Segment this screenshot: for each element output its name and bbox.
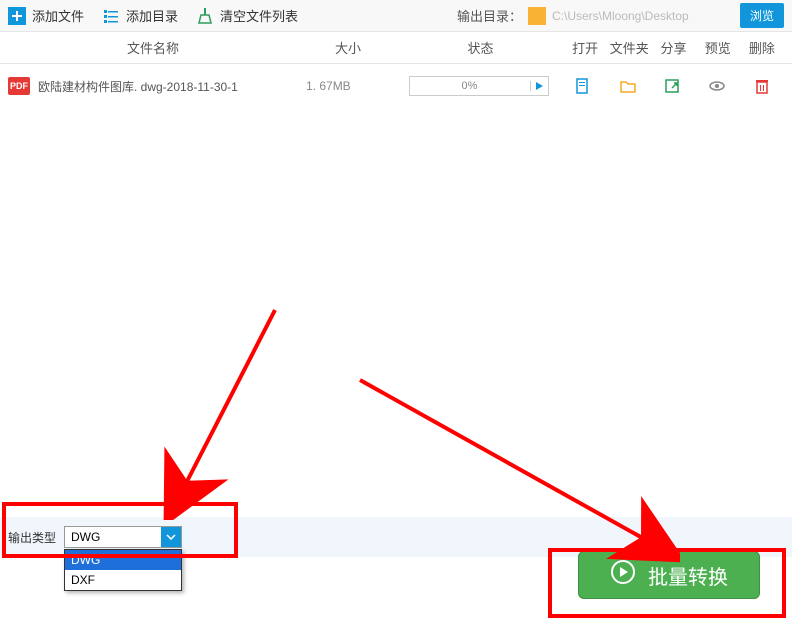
broom-icon [196, 7, 214, 25]
share-button[interactable] [650, 77, 695, 95]
file-row[interactable]: PDF 欧陆建材构件图库. dwg-2018-11-30-1 1. 67MB 0… [0, 64, 792, 108]
output-type-select[interactable]: DWG DWG DXF [64, 526, 182, 548]
header-open: 打开 [563, 38, 607, 57]
header-preview: 预览 [696, 38, 740, 57]
convert-label: 批量转换 [648, 561, 728, 590]
output-path: C:\Users\Mloong\Desktop [552, 9, 732, 23]
add-dir-label: 添加目录 [126, 6, 178, 25]
file-size: 1. 67MB [296, 79, 396, 93]
add-file-label: 添加文件 [32, 6, 84, 25]
progress-percent: 0% [410, 80, 530, 92]
delete-button[interactable] [739, 77, 784, 95]
header-folder: 文件夹 [607, 38, 651, 57]
list-icon [102, 7, 120, 25]
open-file-button[interactable] [561, 77, 606, 95]
open-folder-button[interactable] [606, 77, 651, 95]
file-name: 欧陆建材构件图库. dwg-2018-11-30-1 [38, 78, 296, 95]
header-delete: 删除 [740, 38, 784, 57]
dropdown-option-dxf[interactable]: DXF [65, 570, 181, 590]
top-toolbar: 添加文件 添加目录 清空文件列表 输出目录： C:\Users\Mloong\D… [0, 0, 792, 32]
progress-bar[interactable]: 0% [409, 76, 549, 96]
annotation-arrow-left [150, 300, 290, 520]
preview-button[interactable] [695, 77, 740, 95]
header-size: 大小 [298, 38, 398, 57]
output-type-dropdown: DWG DXF [64, 549, 182, 591]
header-share: 分享 [651, 38, 695, 57]
browse-button[interactable]: 浏览 [740, 3, 784, 28]
folder-icon [528, 7, 546, 25]
clear-list-label: 清空文件列表 [220, 6, 298, 25]
header-status: 状态 [398, 38, 563, 57]
dropdown-option-dwg[interactable]: DWG [65, 550, 181, 570]
column-headers: 文件名称 大小 状态 打开 文件夹 分享 预览 删除 [0, 32, 792, 64]
play-icon[interactable] [530, 81, 548, 91]
play-circle-icon [610, 559, 636, 591]
chevron-down-icon [161, 527, 181, 547]
batch-convert-button[interactable]: 批量转换 [578, 551, 760, 599]
output-type-label: 输出类型 [8, 529, 56, 546]
pdf-badge: PDF [8, 77, 30, 95]
output-dir-label: 输出目录： [457, 6, 522, 25]
select-value: DWG [65, 530, 161, 544]
plus-icon [8, 7, 26, 25]
add-file-button[interactable]: 添加文件 [8, 6, 84, 25]
clear-list-button[interactable]: 清空文件列表 [196, 6, 298, 25]
browse-label: 浏览 [750, 9, 774, 23]
add-dir-button[interactable]: 添加目录 [102, 6, 178, 25]
header-name: 文件名称 [8, 38, 298, 57]
